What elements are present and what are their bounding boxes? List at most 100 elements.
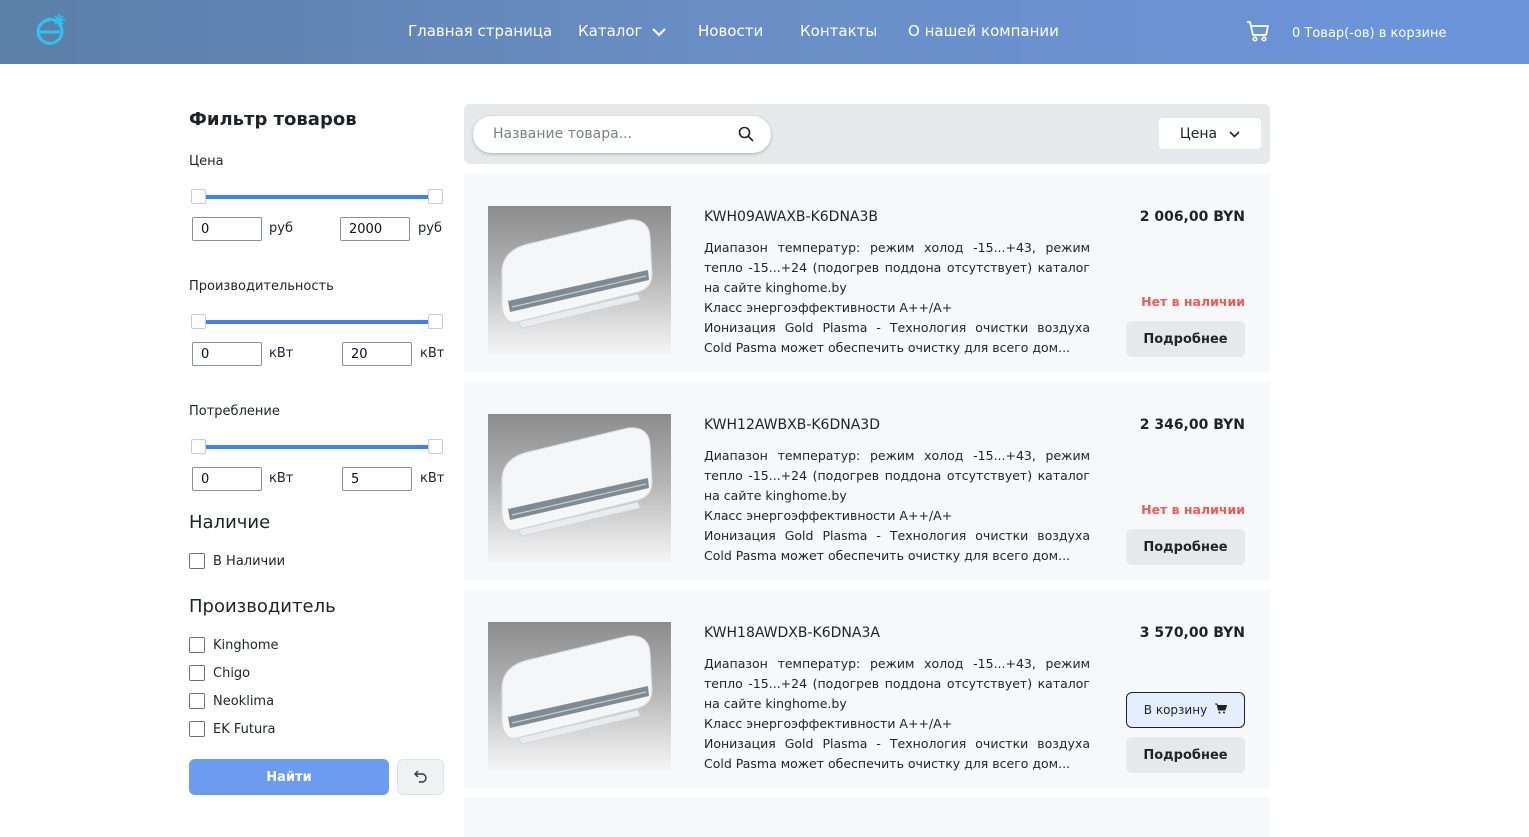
consumption-max-unit: кВт [420, 471, 445, 486]
consumption-max-handle[interactable] [428, 439, 443, 454]
product-image[interactable] [488, 622, 671, 770]
power-min-unit: кВт [269, 346, 294, 361]
price-min-input[interactable] [192, 217, 262, 241]
product-desc-line: Класс энергоэффективности A++/A+ [704, 716, 953, 731]
slider-track [197, 320, 437, 324]
details-button[interactable]: Подробнее [1126, 529, 1245, 565]
price-min-handle[interactable] [191, 189, 206, 204]
product-desc-line: Диапазон температур: режим холод -15...+… [704, 448, 1090, 503]
power-min-handle[interactable] [191, 314, 206, 329]
cart-icon [1246, 20, 1270, 46]
checkbox[interactable] [189, 693, 205, 709]
manufacturer-kinghome-checkbox[interactable]: Kinghome [189, 637, 278, 653]
product-desc-line: Класс энергоэффективности A++/A+ [704, 300, 953, 315]
price-max-handle[interactable] [428, 189, 443, 204]
sort-select[interactable]: Цена [1159, 118, 1261, 149]
stock-status: Нет в наличии [1141, 294, 1245, 309]
product-card: KWH12AWBXB-K6DNA3D Диапазон температур: … [464, 382, 1270, 580]
consumption-min-input[interactable] [192, 467, 262, 491]
search-toolbar: Цена [464, 104, 1270, 164]
logo-icon[interactable] [30, 12, 68, 50]
product-desc-line: Ионизация Gold Plasma - Технология очист… [704, 528, 1090, 563]
power-max-handle[interactable] [428, 314, 443, 329]
product-desc-line: Диапазон температур: режим холод -15...+… [704, 240, 1090, 295]
product-price: 3 570,00 BYN [1139, 625, 1245, 641]
manufacturer-neoklima-checkbox[interactable]: Neoklima [189, 693, 274, 709]
undo-icon [413, 768, 428, 787]
product-name[interactable]: KWH18AWDXB-K6DNA3A [704, 625, 880, 641]
add-to-cart-button[interactable]: В корзину [1126, 692, 1245, 728]
checkbox-label: В Наличии [213, 553, 286, 569]
details-button[interactable]: Подробнее [1126, 321, 1245, 357]
manufacturer-chigo-checkbox[interactable]: Chigo [189, 665, 250, 681]
product-desc-line: Диапазон температур: режим холод -15...+… [704, 656, 1090, 711]
consumption-min-handle[interactable] [191, 439, 206, 454]
product-price: 2 346,00 BYN [1139, 417, 1245, 433]
product-desc-line: Ионизация Gold Plasma - Технология очист… [704, 320, 1090, 355]
add-to-cart-label: В корзину [1143, 703, 1208, 717]
search-icon[interactable] [738, 126, 754, 146]
nav-about[interactable]: О нашей компании [908, 22, 1059, 40]
search-box[interactable] [473, 116, 771, 153]
price-max-unit: руб [418, 221, 442, 236]
manufacturer-ekfutura-checkbox[interactable]: EK Futura [189, 721, 276, 737]
checkbox-label: Kinghome [213, 637, 279, 653]
product-desc-line: Ионизация Gold Plasma - Технология очист… [704, 736, 1090, 771]
price-min-unit: руб [269, 221, 293, 236]
reset-button[interactable] [397, 759, 444, 795]
chevron-down-icon [1229, 126, 1240, 142]
price-slider[interactable] [191, 189, 443, 205]
stock-status: Нет в наличии [1141, 502, 1245, 517]
filter-title: Фильтр товаров [189, 109, 357, 130]
product-description: Диапазон температур: режим холод -15...+… [704, 654, 1090, 774]
availability-in-stock-checkbox[interactable]: В Наличии [189, 553, 285, 569]
price-max-input[interactable] [340, 217, 410, 241]
product-name[interactable]: KWH12AWBXB-K6DNA3D [704, 417, 880, 433]
product-price: 2 006,00 BYN [1139, 209, 1245, 225]
power-slider[interactable] [191, 314, 443, 330]
checkbox[interactable] [189, 637, 205, 653]
product-image[interactable] [488, 414, 671, 562]
cart-count-label: 0 Товар(-ов) в корзине [1292, 25, 1447, 41]
slider-track [197, 445, 437, 449]
details-button[interactable]: Подробнее [1126, 737, 1245, 773]
power-min-input[interactable] [192, 342, 262, 366]
nav-catalog-label: Каталог [578, 22, 643, 40]
product-card [464, 797, 1270, 837]
checkbox[interactable] [189, 665, 205, 681]
product-card: KWH09AWAXB-K6DNA3B Диапазон температур: … [464, 174, 1270, 372]
checkbox[interactable] [189, 553, 205, 569]
product-image[interactable] [488, 206, 671, 354]
top-navbar: Главная страница Каталог Новости Контакт… [0, 0, 1529, 64]
chevron-down-icon [652, 23, 667, 41]
nav-contacts[interactable]: Контакты [800, 22, 877, 40]
product-card: KWH18AWDXB-K6DNA3A Диапазон температур: … [464, 590, 1270, 788]
consumption-min-unit: кВт [269, 471, 294, 486]
power-max-input[interactable] [342, 342, 412, 366]
cart-icon [1215, 703, 1228, 717]
power-max-unit: кВт [420, 346, 445, 361]
power-title: Производительность [189, 279, 334, 294]
search-input[interactable] [493, 126, 723, 142]
checkbox-label: Chigo [213, 665, 251, 681]
consumption-max-input[interactable] [342, 467, 412, 491]
checkbox-label: EK Futura [213, 721, 276, 737]
product-name[interactable]: KWH09AWAXB-K6DNA3B [704, 209, 878, 225]
checkbox-label: Neoklima [213, 693, 275, 709]
cart-link[interactable]: 0 Товар(-ов) в корзине [1246, 20, 1446, 46]
checkbox[interactable] [189, 721, 205, 737]
price-title: Цена [189, 154, 224, 169]
product-desc-line: Класс энергоэффективности A++/A+ [704, 508, 953, 523]
find-button[interactable]: Найти [189, 759, 389, 795]
sort-label: Цена [1179, 125, 1218, 142]
consumption-title: Потребление [189, 404, 280, 419]
nav-home[interactable]: Главная страница [408, 22, 552, 40]
product-description: Диапазон температур: режим холод -15...+… [704, 446, 1090, 566]
slider-track [197, 195, 437, 199]
nav-catalog[interactable]: Каталог [578, 22, 667, 41]
manufacturer-title: Производитель [189, 596, 336, 617]
availability-title: Наличие [189, 512, 271, 533]
nav-news[interactable]: Новости [698, 22, 763, 40]
consumption-slider[interactable] [191, 439, 443, 455]
product-description: Диапазон температур: режим холод -15...+… [704, 238, 1090, 358]
